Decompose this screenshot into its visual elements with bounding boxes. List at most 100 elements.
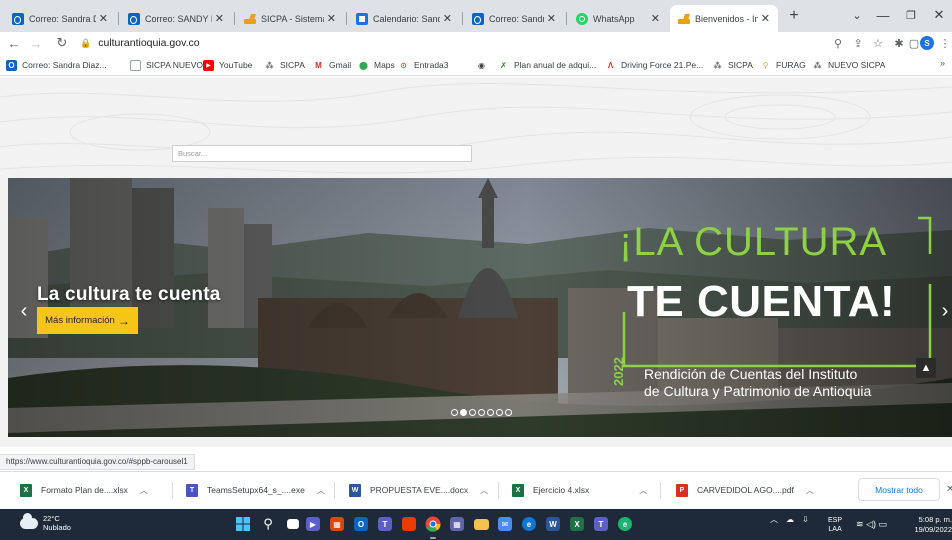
bookmark-sicpa-nuevo[interactable]: SICPA NUEVO	[130, 58, 203, 72]
system-icons[interactable]: ≋ ◁) ▭	[856, 519, 887, 530]
menu-icon[interactable]: ⋮	[936, 34, 952, 52]
carousel-dot[interactable]	[478, 409, 485, 416]
hero-carousel[interactable]: La cultura te cuenta Más información → ¡…	[8, 178, 952, 437]
clock[interactable]: 5:08 p. m. 19/09/2022	[907, 515, 952, 535]
bookmark-nuevo-sicpa[interactable]: ⁂ NUEVO SICPA	[812, 58, 885, 72]
bookmark-sicpa-2[interactable]: ⁂ SICPA	[712, 58, 753, 72]
back-icon[interactable]: ←	[4, 33, 24, 53]
system-tray[interactable]: ︿ ☁ ⇩	[770, 514, 809, 525]
tab-correo-2[interactable]: Correo: SANDY D ✕	[120, 5, 232, 32]
reload-icon[interactable]: ↻	[52, 33, 72, 53]
download-item[interactable]: T TeamsSetupx64_s_....exe ︿	[186, 480, 325, 500]
carousel-dot[interactable]	[505, 409, 512, 416]
store-icon[interactable]: ▦	[448, 515, 466, 533]
teams-badge-icon[interactable]: T	[592, 515, 610, 533]
excel-icon[interactable]: X	[568, 515, 586, 533]
lock-icon[interactable]: 🔒	[80, 38, 91, 49]
bookmark-driving-force[interactable]: Λ Driving Force 21.Pe...	[605, 58, 703, 72]
bookmark-globe[interactable]: ◉	[476, 58, 492, 72]
close-downloads-icon[interactable]: ✕	[946, 484, 952, 495]
close-icon[interactable]: ✕	[547, 12, 556, 25]
bookmarks-overflow[interactable]: »	[940, 58, 945, 68]
hero-caption: La cultura te cuenta	[37, 284, 221, 305]
app-icon[interactable]: ▦	[328, 515, 346, 533]
close-window-icon[interactable]: ✕	[924, 4, 952, 26]
carousel-dot[interactable]	[487, 409, 494, 416]
task-view-icon[interactable]	[284, 515, 302, 533]
cloud-sync-icon[interactable]: ☁	[786, 515, 794, 524]
chevron-up-icon[interactable]: ︿	[770, 514, 778, 525]
carousel-next-icon[interactable]: ›	[937, 300, 952, 323]
wifi-icon[interactable]: ≋	[856, 519, 864, 529]
bookmark-plan-anual[interactable]: ✗ Plan anual de adqui...	[498, 58, 596, 72]
chevron-up-icon[interactable]: ︿	[639, 485, 647, 496]
tab-correo-1[interactable]: Correo: Sandra D ✕	[4, 5, 116, 32]
volume-icon[interactable]: ◁)	[866, 519, 876, 529]
close-icon[interactable]: ✕	[99, 12, 108, 25]
edge-dev-icon[interactable]: e	[616, 515, 634, 533]
profile-avatar[interactable]: S	[920, 36, 934, 50]
close-icon[interactable]: ✕	[443, 12, 452, 25]
chevron-up-icon[interactable]: ︿	[806, 485, 814, 496]
bookmark-maps[interactable]: ⬤ Maps	[358, 58, 395, 72]
forward-icon[interactable]: →	[26, 33, 46, 53]
usb-icon[interactable]: ⇩	[802, 515, 809, 524]
edge-icon[interactable]: e	[520, 515, 538, 533]
tab-whatsapp[interactable]: WhatsApp ✕	[568, 5, 668, 32]
address-bar[interactable]: 🔒 culturantioquia.gov.co	[80, 33, 880, 53]
chevron-up-icon[interactable]: ︿	[317, 485, 325, 496]
back-to-top-button[interactable]: ▲	[916, 358, 936, 378]
download-item[interactable]: W PROPUESTA EVE....docx ︿	[349, 480, 488, 500]
download-item[interactable]: X Formato Plan de....xlsx ︿	[20, 480, 148, 500]
bookmark-sicpa[interactable]: ⁂ SICPA	[264, 58, 304, 72]
search-icon[interactable]: ⚲	[259, 515, 277, 533]
bookmark-furag[interactable]: ⚲ FURAG	[760, 58, 806, 72]
word-icon[interactable]: W	[544, 515, 562, 533]
url-text[interactable]: culturantioquia.gov.co	[98, 37, 199, 49]
tab-title: WhatsApp	[593, 13, 635, 24]
minimize-icon[interactable]: —	[868, 4, 898, 26]
tab-sicpa[interactable]: SICPA - Sistema ✕	[236, 5, 344, 32]
meet-icon[interactable]: ▶	[304, 515, 322, 533]
windows-start-icon[interactable]	[234, 515, 252, 533]
carousel-dot[interactable]	[469, 409, 476, 416]
download-item[interactable]: X Ejercicio 4.xlsx ︿	[512, 480, 647, 500]
download-item[interactable]: P CARVEDIDOL AGO....pdf ︿	[676, 480, 814, 500]
carousel-dot[interactable]	[451, 409, 458, 416]
chevron-up-icon[interactable]: ︿	[480, 485, 488, 496]
chevron-up-icon[interactable]: ︿	[140, 485, 148, 496]
gmail-icon: M	[315, 60, 322, 70]
more-info-button[interactable]: Más información →	[37, 307, 138, 334]
carousel-dot[interactable]	[496, 409, 503, 416]
language-indicator[interactable]: ESP LAA	[828, 516, 842, 534]
weather-widget[interactable]: 22°C Nublado	[20, 512, 71, 532]
teams-icon[interactable]: T	[376, 515, 394, 533]
close-icon[interactable]: ✕	[327, 12, 336, 25]
share-icon[interactable]: ⇪	[849, 34, 867, 52]
bookmark-label: SICPA	[728, 60, 753, 70]
restore-icon[interactable]: ❐	[896, 4, 926, 26]
mail-icon[interactable]: ✉	[496, 515, 514, 533]
tab-calendario[interactable]: Calendario: Sand ✕	[348, 5, 460, 32]
outlook-icon[interactable]: O	[352, 515, 370, 533]
carousel-prev-icon[interactable]: ‹	[16, 300, 32, 323]
search-input[interactable]: Buscar...	[172, 145, 472, 162]
office-icon[interactable]	[400, 515, 418, 533]
file-explorer-icon[interactable]	[472, 515, 490, 533]
tab-correo-3[interactable]: Correo: Sandra D ✕	[464, 5, 564, 32]
close-icon[interactable]: ✕	[761, 12, 770, 25]
star-icon[interactable]: ☆	[869, 34, 887, 52]
close-icon[interactable]: ✕	[651, 12, 660, 25]
zoom-icon[interactable]: ⚲	[829, 34, 847, 52]
show-all-button[interactable]: Mostrar todo	[858, 478, 940, 501]
tab-bienvenidos[interactable]: Bienvenidos - Ins ✕	[670, 5, 778, 32]
close-icon[interactable]: ✕	[215, 12, 224, 25]
new-tab-button[interactable]: +	[783, 6, 805, 26]
carousel-dot[interactable]	[460, 409, 467, 416]
bookmark-entrada3[interactable]: ⊙ Entrada3	[398, 58, 448, 72]
bookmark-youtube[interactable]: ▶ YouTube	[203, 58, 252, 72]
chrome-icon[interactable]	[424, 515, 442, 539]
battery-icon[interactable]: ▭	[879, 519, 888, 529]
bookmark-correo[interactable]: O Correo: Sandra Diaz...	[6, 58, 107, 72]
bookmark-gmail[interactable]: M Gmail	[313, 58, 351, 72]
